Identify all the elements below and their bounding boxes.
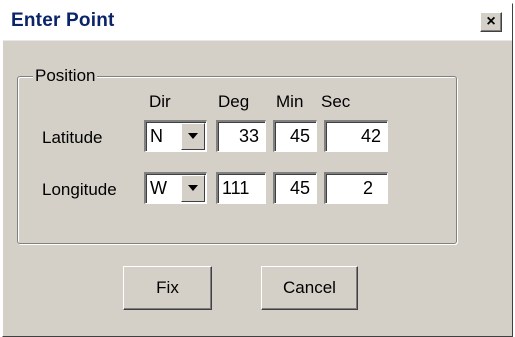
dir-header: Dir bbox=[149, 92, 171, 111]
chevron-down-icon bbox=[188, 133, 198, 139]
position-legend: Position bbox=[33, 66, 98, 86]
longitude-sec-field[interactable]: 2 bbox=[324, 172, 388, 204]
close-button[interactable]: × bbox=[480, 12, 502, 32]
longitude-deg-field[interactable]: 111 bbox=[216, 172, 266, 204]
longitude-dir-select[interactable]: W bbox=[144, 172, 207, 204]
latitude-deg-field[interactable]: 33 bbox=[216, 120, 266, 152]
sec-header: Sec bbox=[321, 92, 351, 111]
chevron-down-icon bbox=[188, 185, 198, 191]
longitude-dir-value: W bbox=[150, 178, 167, 198]
cancel-button[interactable]: Cancel bbox=[261, 266, 358, 310]
enter-point-dialog: Enter Point × Position Dir Deg Min Sec L… bbox=[2, 3, 513, 337]
longitude-dir-dropdown-button[interactable] bbox=[181, 175, 205, 202]
longitude-min-field[interactable]: 45 bbox=[273, 172, 317, 204]
latitude-sec-field[interactable]: 42 bbox=[324, 120, 388, 152]
min-header: Min bbox=[276, 92, 304, 111]
title-bar[interactable]: Enter Point × bbox=[3, 4, 512, 41]
latitude-min-field[interactable]: 45 bbox=[273, 120, 317, 152]
close-icon: × bbox=[486, 13, 496, 30]
dialog-title: Enter Point bbox=[11, 10, 115, 31]
fix-button[interactable]: Fix bbox=[123, 266, 212, 310]
latitude-dir-dropdown-button[interactable] bbox=[181, 123, 205, 150]
deg-header: Deg bbox=[218, 92, 250, 111]
latitude-dir-value: N bbox=[150, 126, 163, 146]
latitude-label: Latitude bbox=[42, 128, 103, 147]
longitude-label: Longitude bbox=[42, 180, 117, 199]
latitude-dir-select[interactable]: N bbox=[144, 120, 207, 152]
